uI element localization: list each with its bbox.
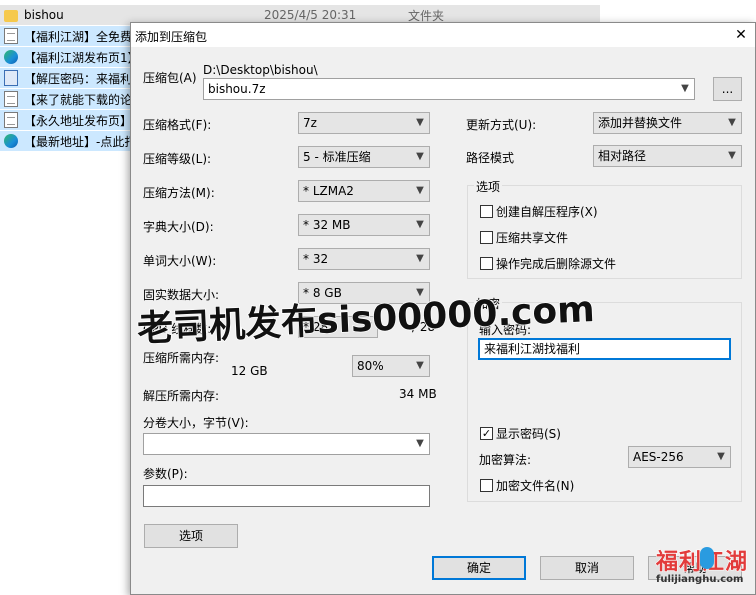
method-label: 压缩方法(M): [143, 186, 215, 200]
split-label: 分卷大小，字节(V): [143, 416, 249, 430]
file-name: 【最新地址】-点此打 [24, 134, 137, 149]
chevron-down-icon: ▼ [728, 150, 736, 161]
params-label: 参数(P): [143, 467, 188, 481]
file-name: 【福利江湖发布页1】 [24, 50, 140, 65]
folder-name: bishou [24, 8, 64, 22]
folder-date: 2025/4/5 20:31 [264, 8, 357, 22]
file-name: 【解压密码：来福利 [24, 71, 133, 86]
word-size-value: * 32 [303, 252, 329, 266]
update-mode-label: 更新方式(U): [466, 118, 537, 132]
chevron-down-icon[interactable]: ▼ [411, 434, 429, 454]
logo-url: fulijianghu.com [656, 574, 744, 585]
delete-after-label: 操作完成后删除源文件 [496, 257, 617, 271]
update-mode-select[interactable]: 添加并替换文件 ▼ [593, 112, 742, 134]
archive-name-value: bishou.7z [208, 82, 266, 96]
path-mode-value: 相对路径 [598, 149, 647, 163]
archive-path: D:\Desktop\bishou\ [203, 63, 318, 77]
level-select[interactable]: 5 - 标准压缩 ▼ [298, 146, 430, 168]
archive-label: 压缩包(A) [143, 71, 197, 85]
chevron-down-icon: ▼ [416, 360, 424, 371]
document-icon [4, 91, 18, 107]
encryption-method-select[interactable]: AES-256 ▼ [628, 446, 731, 468]
encryption-method-value: AES-256 [633, 450, 684, 464]
edge-browser-icon [4, 134, 18, 148]
close-button[interactable]: ✕ [727, 23, 755, 47]
checkmark-icon[interactable]: ✓ [480, 427, 493, 440]
level-label: 压缩等级(L): [143, 152, 212, 166]
password-input[interactable]: 来福利江湖找福利 [478, 338, 731, 360]
chevron-down-icon: ▼ [416, 253, 424, 264]
dictionary-label: 字典大小(D): [143, 220, 214, 234]
app-file-icon [4, 70, 18, 86]
browse-button[interactable]: ... [713, 77, 742, 101]
chevron-down-icon: ▼ [416, 117, 424, 128]
dialog-title: 添加到压缩包 [135, 30, 208, 44]
shared-files-label: 压缩共享文件 [496, 231, 569, 245]
memory-decompress-label: 解压所需内存: [143, 389, 220, 403]
show-password-label: 显示密码(S) [496, 427, 561, 441]
checkbox-box[interactable] [480, 205, 493, 218]
format-select[interactable]: 7z ▼ [298, 112, 430, 134]
word-size-label: 单词大小(W): [143, 254, 217, 268]
chevron-down-icon: ▼ [416, 185, 424, 196]
dialog-titlebar[interactable]: 添加到压缩包 ✕ [131, 23, 755, 47]
mascot-icon [700, 547, 714, 569]
memory-compress-value: 12 GB [231, 364, 268, 378]
file-name: 【来了就能下载的论 [24, 92, 133, 107]
checkbox-box[interactable] [480, 479, 493, 492]
encryption-method-label: 加密算法: [479, 453, 532, 467]
ok-button[interactable]: 确定 [432, 556, 526, 580]
update-mode-value: 添加并替换文件 [598, 116, 683, 130]
delete-after-checkbox[interactable]: 操作完成后删除源文件 [480, 255, 616, 272]
watermark-logo: 福利江湖 fulijianghu.com [648, 544, 752, 590]
chevron-down-icon: ▼ [416, 151, 424, 162]
sfx-checkbox[interactable]: 创建自解压程序(X) [480, 203, 598, 220]
method-value: * LZMA2 [303, 184, 354, 198]
params-input[interactable] [143, 485, 430, 507]
chevron-down-icon: ▼ [717, 451, 725, 462]
chevron-down-icon[interactable]: ▼ [676, 79, 694, 99]
file-name: 【永久地址发布页】 [24, 113, 133, 128]
word-size-select[interactable]: * 32 ▼ [298, 248, 430, 270]
document-icon [4, 28, 18, 44]
memory-percent-select[interactable]: 80% ▼ [352, 355, 430, 377]
archive-name-combo[interactable]: bishou.7z ▼ [203, 78, 695, 100]
method-select[interactable]: * LZMA2 ▼ [298, 180, 430, 202]
path-mode-label: 路径模式 [466, 151, 515, 165]
folder-type: 文件夹 [408, 8, 445, 23]
folder-icon [4, 10, 18, 22]
edge-browser-icon [4, 50, 18, 64]
chevron-down-icon: ▼ [728, 117, 736, 128]
show-password-checkbox[interactable]: ✓ 显示密码(S) [480, 425, 561, 442]
path-mode-select[interactable]: 相对路径 ▼ [593, 145, 742, 167]
dictionary-select[interactable]: * 32 MB ▼ [298, 214, 430, 236]
options-button[interactable]: 选项 [144, 524, 238, 548]
memory-percent-value: 80% [357, 359, 384, 373]
options-group-title: 选项 [474, 178, 503, 195]
dictionary-value: * 32 MB [303, 218, 351, 232]
memory-decompress-value: 34 MB [399, 387, 437, 401]
format-value: 7z [303, 116, 317, 130]
checkbox-box[interactable] [480, 257, 493, 270]
checkbox-box[interactable] [480, 231, 493, 244]
level-value: 5 - 标准压缩 [303, 150, 371, 164]
chevron-down-icon: ▼ [416, 219, 424, 230]
document-icon [4, 112, 18, 128]
encrypt-names-checkbox[interactable]: 加密文件名(N) [480, 477, 574, 494]
cancel-button[interactable]: 取消 [540, 556, 634, 580]
file-name: 【福利江湖】全免费 [24, 29, 133, 44]
memory-compress-label: 压缩所需内存: [143, 351, 220, 365]
encrypt-names-label: 加密文件名(N) [496, 479, 575, 493]
split-size-combo[interactable]: ▼ [143, 433, 430, 455]
shared-files-checkbox[interactable]: 压缩共享文件 [480, 229, 568, 246]
sfx-label: 创建自解压程序(X) [496, 205, 598, 219]
format-label: 压缩格式(F): [143, 118, 212, 132]
